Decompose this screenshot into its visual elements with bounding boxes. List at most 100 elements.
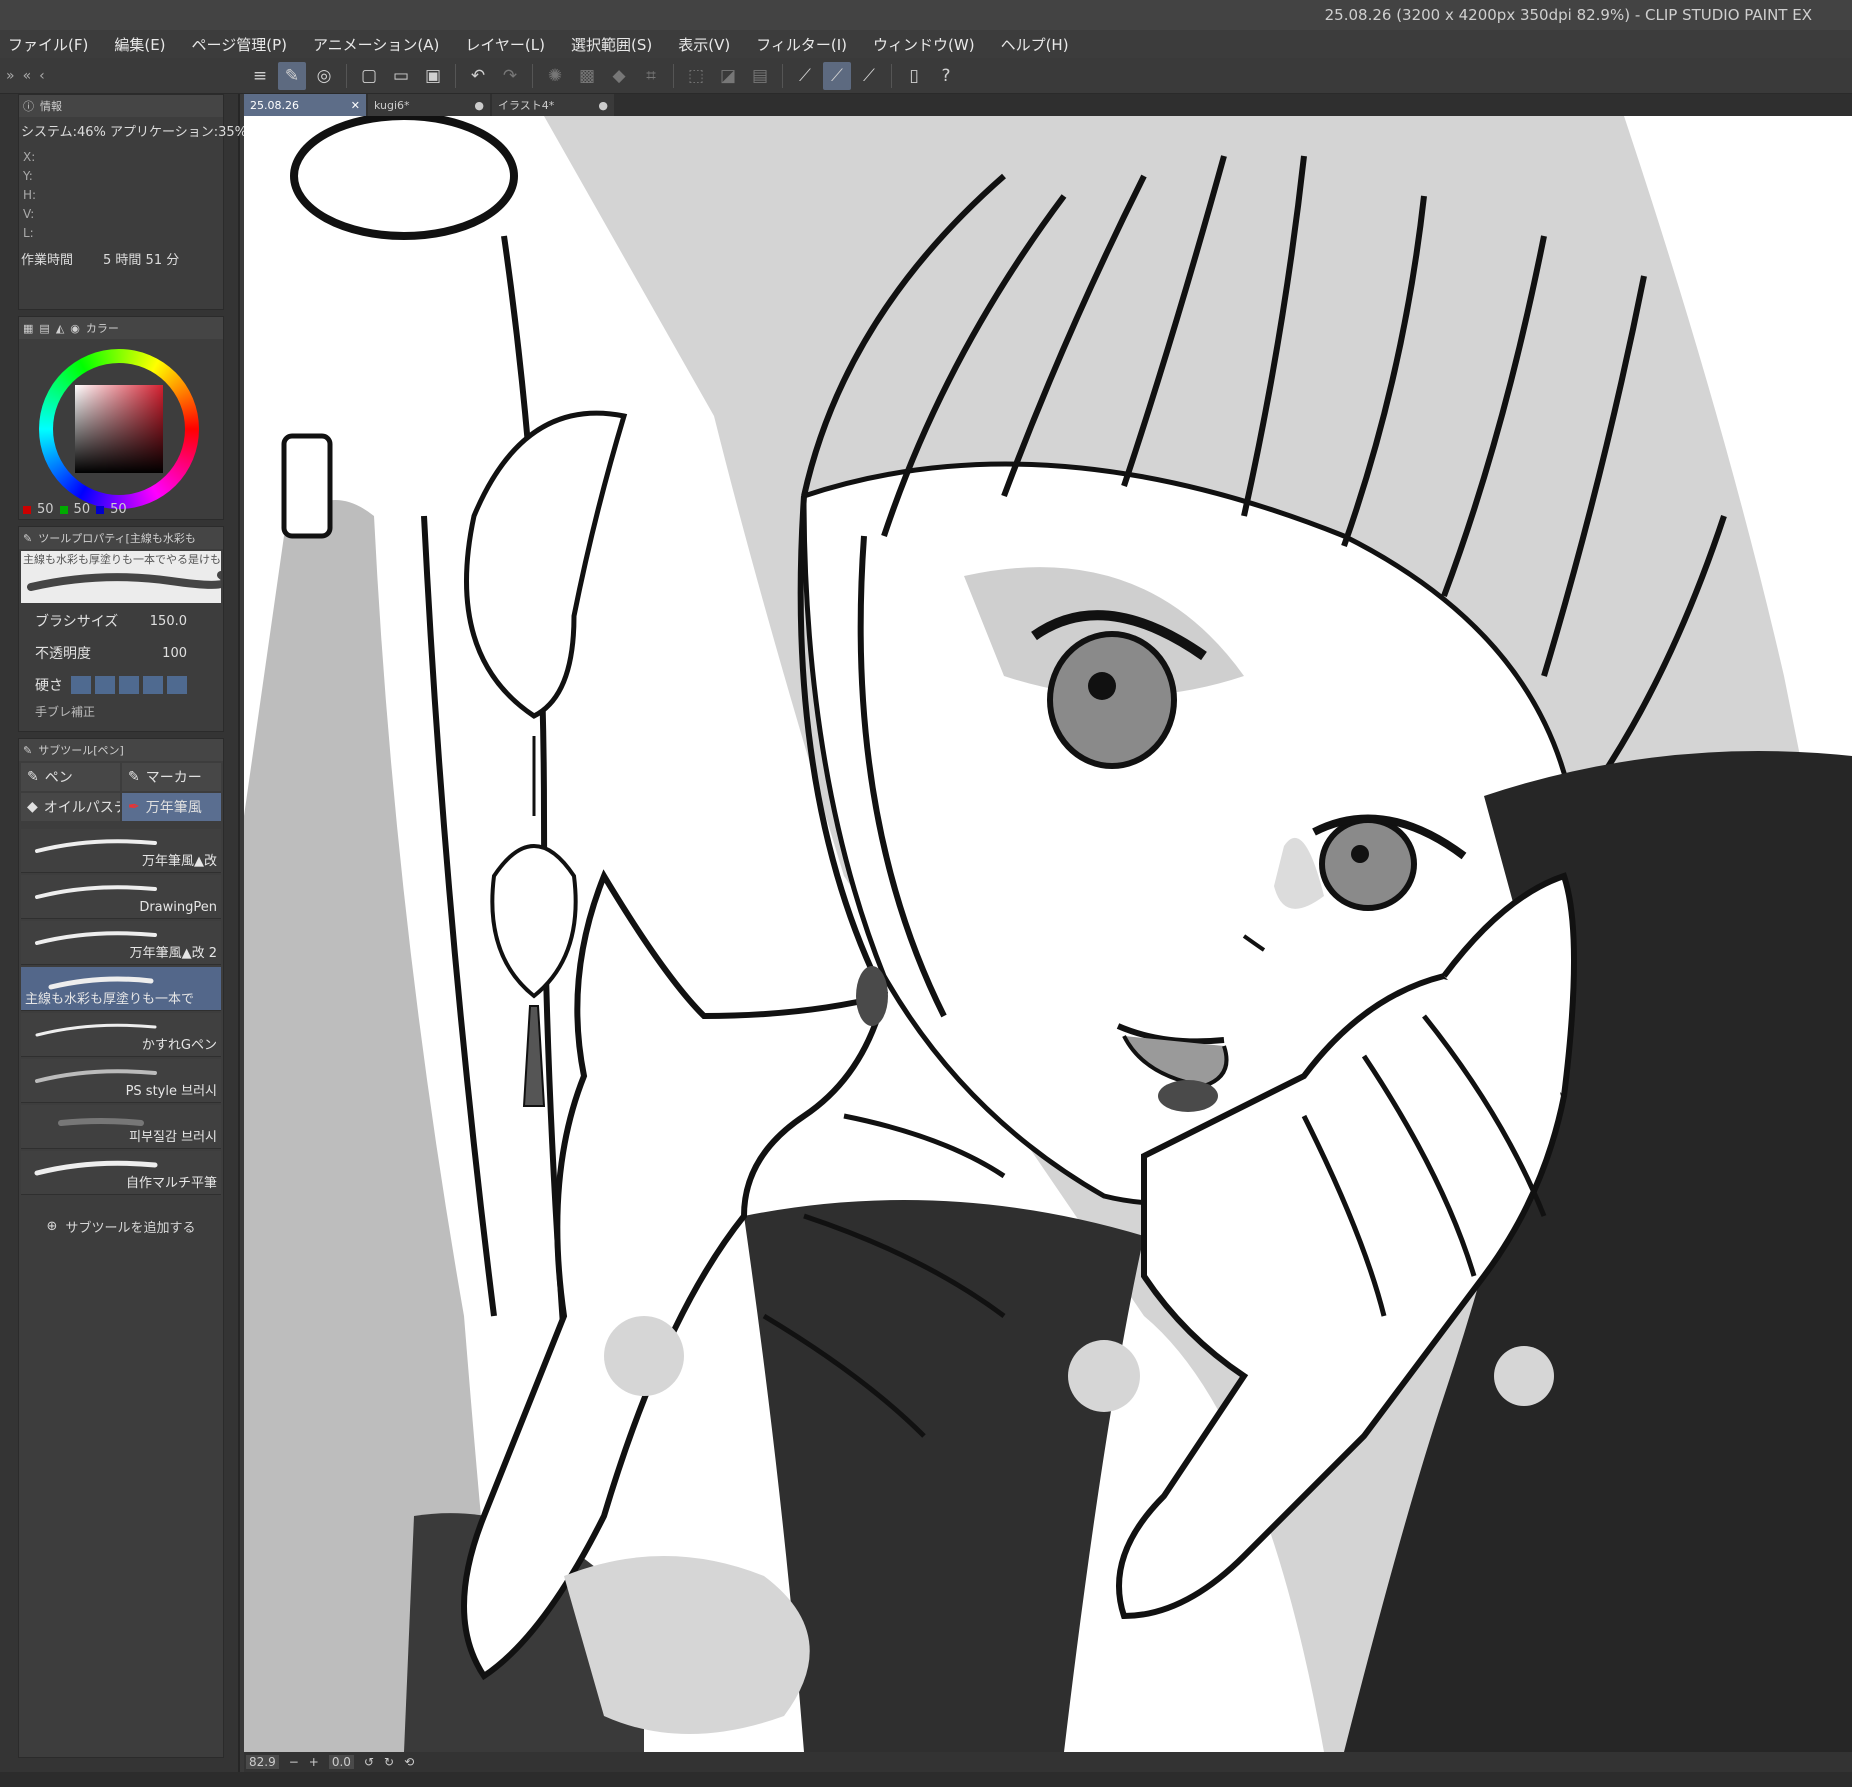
zoom-value[interactable]: 82.9: [246, 1755, 279, 1769]
stabilization-row[interactable]: 手ブレ補正: [19, 701, 223, 721]
opacity-value[interactable]: 100: [162, 646, 187, 661]
redo-icon[interactable]: ↷: [496, 62, 524, 90]
reset-rotation-icon[interactable]: ⟲: [404, 1755, 414, 1769]
window-title: 25.08.26 (3200 x 4200px 350dpi 82.9%) - …: [1324, 6, 1812, 24]
coord-y: Y:: [23, 169, 33, 183]
saturation-value-square[interactable]: [75, 385, 163, 473]
group-oil-pastel[interactable]: ◆ オイルパステ: [21, 793, 120, 821]
snap-ruler-icon[interactable]: ⟋: [791, 62, 819, 90]
save-icon[interactable]: ▣: [419, 62, 447, 90]
crop-icon[interactable]: ⌗: [637, 62, 665, 90]
blue-value: 50: [110, 502, 127, 517]
collapse-left-icon[interactable]: «: [23, 68, 32, 84]
chevron-left-icon[interactable]: ‹: [39, 68, 45, 84]
menu-edit[interactable]: 編集(E): [114, 34, 165, 55]
brush-size-value[interactable]: 150.0: [150, 614, 187, 629]
brush-name: PS style 브러시: [125, 1084, 217, 1099]
color-panel-header[interactable]: ▦ ▤ ◭ ◉ カラー: [19, 317, 223, 339]
separator: [782, 64, 783, 88]
hardness-row[interactable]: 硬さ: [19, 669, 223, 701]
rgb-readout: 50 50 50: [23, 502, 127, 517]
close-icon[interactable]: ✕: [351, 99, 360, 112]
collapse-icon[interactable]: »: [6, 68, 15, 84]
intermediate-color-icon[interactable]: ▤: [39, 322, 49, 335]
brush-size-row[interactable]: ブラシサイズ 150.0: [19, 605, 223, 637]
modified-dot-icon[interactable]: ●: [598, 99, 608, 112]
tab-label: kugi6*: [374, 98, 410, 112]
tab-document-1[interactable]: 25.08.26 ✕: [244, 94, 366, 116]
clear-icon[interactable]: ✺: [541, 62, 569, 90]
fill-icon[interactable]: ▩: [573, 62, 601, 90]
approx-color-icon[interactable]: ◭: [56, 322, 64, 335]
invert-selection-icon[interactable]: ◪: [714, 62, 742, 90]
list-item[interactable]: 自作マルチ平筆: [21, 1151, 221, 1195]
pen-edit-icon[interactable]: ✎: [278, 62, 306, 90]
tool-property-header[interactable]: ✎ ツールプロパティ[主線も水彩も: [19, 527, 223, 549]
group-fountain-pen[interactable]: ✒ 万年筆風: [122, 793, 221, 821]
color-set-icon[interactable]: ▦: [23, 322, 33, 335]
list-item[interactable]: かすれGペン: [21, 1013, 221, 1057]
open-folder-icon[interactable]: ▭: [387, 62, 415, 90]
add-subtool-button[interactable]: ⊕ サブツールを追加する: [19, 1217, 223, 1236]
menu-view[interactable]: 表示(V): [678, 34, 730, 55]
separator: [673, 64, 674, 88]
smartphone-icon[interactable]: ▯: [900, 62, 928, 90]
rotate-right-icon[interactable]: ↻: [384, 1755, 394, 1769]
list-item[interactable]: 피부질감 브러시: [21, 1105, 221, 1149]
list-item[interactable]: 万年筆風▲改 2: [21, 921, 221, 965]
stabilization-label: 手ブレ補正: [35, 704, 96, 719]
zoom-in-icon[interactable]: +: [309, 1755, 319, 1769]
lasso-icon[interactable]: ◎: [310, 62, 338, 90]
modified-dot-icon[interactable]: ●: [474, 99, 484, 112]
hardness-step[interactable]: [119, 676, 139, 694]
menu-icon[interactable]: ≡: [246, 62, 274, 90]
group-marker[interactable]: ✎ マーカー: [122, 763, 221, 791]
list-item[interactable]: 主線も水彩も厚塗りも一本で: [21, 967, 221, 1011]
drawing-canvas[interactable]: [244, 116, 1852, 1752]
opacity-row[interactable]: 不透明度 100: [19, 637, 223, 669]
menu-page[interactable]: ページ管理(P): [192, 34, 287, 55]
snap-special-ruler-icon[interactable]: ⟋: [823, 62, 851, 90]
undo-icon[interactable]: ↶: [464, 62, 492, 90]
tab-label: イラスト4*: [498, 99, 555, 112]
separator: [455, 64, 456, 88]
menu-selection[interactable]: 選択範囲(S): [571, 34, 652, 55]
menu-animation[interactable]: アニメーション(A): [313, 34, 439, 55]
brush-tool-icon: ✎: [23, 531, 33, 545]
hardness-step[interactable]: [143, 676, 163, 694]
subtool-header[interactable]: ✎ サブツール[ペン]: [19, 739, 223, 761]
tab-label: 25.08.26: [250, 98, 299, 112]
list-item[interactable]: PS style 브러시: [21, 1059, 221, 1103]
hardness-step[interactable]: [167, 676, 187, 694]
help-icon[interactable]: ?: [932, 62, 960, 90]
new-file-icon[interactable]: ▢: [355, 62, 383, 90]
separator: [891, 64, 892, 88]
tab-document-3[interactable]: イラスト4* ●: [492, 94, 614, 116]
zoom-out-icon[interactable]: −: [289, 1755, 299, 1769]
snap-grid-icon[interactable]: ⟋: [855, 62, 883, 90]
menu-window[interactable]: ウィンドウ(W): [873, 34, 975, 55]
hardness-step[interactable]: [95, 676, 115, 694]
color-wheel[interactable]: [39, 349, 199, 509]
info-panel: ⓘ 情報 システム:46% アプリケーション:35% X: Y: H: V: L…: [18, 94, 247, 310]
color-wheel-tab-icon[interactable]: ◉: [70, 322, 80, 335]
group-pen[interactable]: ✎ ペン: [21, 763, 120, 791]
brush-name: 万年筆風▲改 2: [129, 946, 217, 961]
info-panel-header[interactable]: ⓘ 情報: [19, 95, 223, 117]
rotation-value[interactable]: 0.0: [328, 1755, 354, 1769]
deselect-icon[interactable]: ⬚: [682, 62, 710, 90]
fill-bucket-icon[interactable]: ◆: [605, 62, 633, 90]
menu-filter[interactable]: フィルター(I): [756, 34, 847, 55]
menu-help[interactable]: ヘルプ(H): [1001, 34, 1069, 55]
menu-file[interactable]: ファイル(F): [8, 34, 88, 55]
hardness-selector[interactable]: [71, 676, 187, 694]
tab-document-2[interactable]: kugi6* ●: [368, 94, 490, 116]
list-item[interactable]: 万年筆風▲改: [21, 829, 221, 873]
rotate-left-icon[interactable]: ↺: [364, 1755, 374, 1769]
menu-layer[interactable]: レイヤー(L): [465, 34, 545, 55]
brush-size-label: ブラシサイズ: [35, 614, 119, 630]
hardness-step[interactable]: [71, 676, 91, 694]
panel-controls: » « ‹: [0, 58, 240, 94]
list-item[interactable]: DrawingPen: [21, 875, 221, 919]
selection-border-icon[interactable]: ▤: [746, 62, 774, 90]
